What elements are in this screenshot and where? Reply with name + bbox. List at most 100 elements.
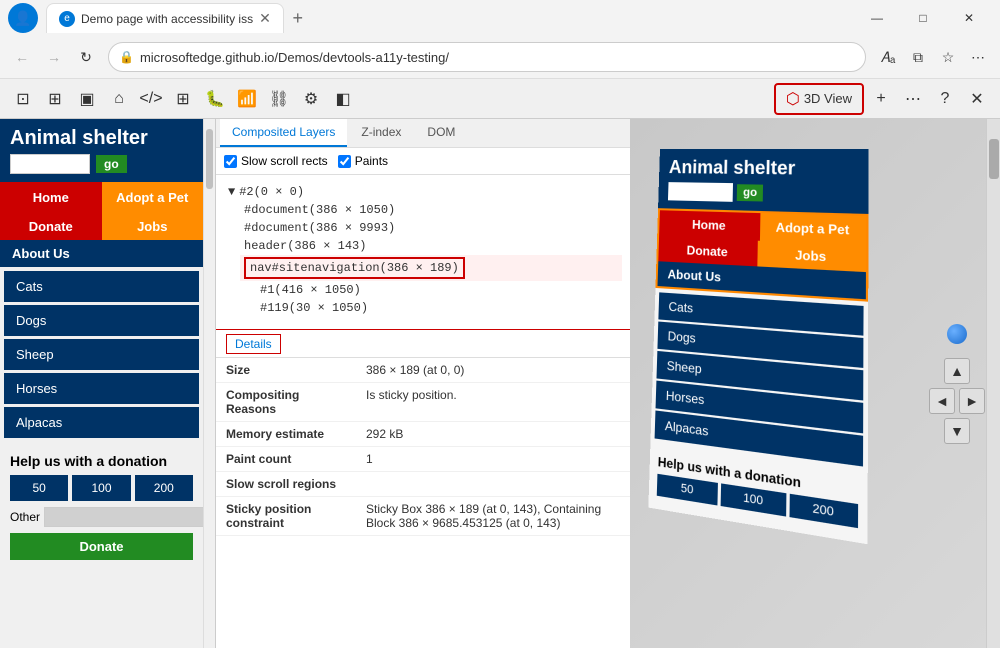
- nav-row2: Donate Jobs: [0, 213, 203, 240]
- donation-other-input[interactable]: [44, 507, 203, 527]
- detail-label-sticky: Sticky position constraint: [216, 497, 356, 536]
- tab-title: Demo page with accessibility iss: [81, 12, 253, 26]
- detail-row-paint: Paint count 1: [216, 447, 630, 472]
- threed-scrollbar-thumb[interactable]: [989, 139, 999, 179]
- donate-nav-btn[interactable]: Donate: [0, 213, 102, 240]
- dt-help-btn[interactable]: ?: [930, 84, 960, 114]
- add-panel-btn[interactable]: +: [866, 84, 896, 114]
- favorites-btn[interactable]: ☆: [934, 43, 962, 71]
- tab-z-index[interactable]: Z-index: [349, 119, 413, 147]
- detail-row-sticky: Sticky position constraint Sticky Box 38…: [216, 497, 630, 536]
- screenshot-tool[interactable]: ⊡: [8, 84, 38, 114]
- tree-item-2[interactable]: header(386 × 143): [240, 237, 622, 255]
- screenshot3-tool[interactable]: ▣: [72, 84, 102, 114]
- wifi-tool[interactable]: 📶: [232, 84, 262, 114]
- donation-100[interactable]: 100: [72, 475, 130, 501]
- scrollbar-thumb[interactable]: [206, 129, 213, 189]
- dt-close-btn[interactable]: ✕: [962, 84, 992, 114]
- minimize-btn[interactable]: —: [854, 0, 900, 36]
- detail-label-paint: Paint count: [216, 447, 356, 472]
- tab-composited-layers[interactable]: Composited Layers: [220, 119, 347, 147]
- settings-tool[interactable]: ⚙: [296, 84, 326, 114]
- threed-left-btn[interactable]: ◄: [929, 388, 955, 414]
- refresh-btn[interactable]: ↻: [72, 43, 100, 71]
- bug-tool[interactable]: 🐛: [200, 84, 230, 114]
- url-text: microsoftedge.github.io/Demos/devtools-a…: [140, 50, 855, 65]
- list-item-cats[interactable]: Cats: [4, 271, 199, 302]
- tree-item-highlighted[interactable]: nav#sitenavigation(386 × 189): [240, 255, 622, 281]
- read-mode-btn[interactable]: 𝐴ₐ: [874, 43, 902, 71]
- forward-btn[interactable]: →: [40, 43, 68, 71]
- code-tool[interactable]: </>: [136, 84, 166, 114]
- search-btn[interactable]: go: [96, 155, 127, 173]
- site-search: go: [10, 154, 193, 174]
- threed-search-btn: go: [737, 184, 764, 201]
- profile-avatar[interactable]: 👤: [8, 3, 38, 33]
- donate-submit-btn[interactable]: Donate: [10, 533, 193, 560]
- threed-down-btn[interactable]: ▼: [944, 418, 970, 444]
- detail-label-memory: Memory estimate: [216, 422, 356, 447]
- website-content: Animal shelter go Home Adopt a Pet Donat…: [0, 119, 203, 648]
- slow-scroll-checkbox[interactable]: [224, 155, 237, 168]
- search-input[interactable]: [10, 154, 90, 174]
- close-tab-btn[interactable]: ✕: [259, 10, 271, 27]
- donation-200[interactable]: 200: [135, 475, 193, 501]
- details-tab[interactable]: Details: [226, 334, 281, 354]
- tree-item-2-label: header(386 × 143): [244, 239, 366, 253]
- tree-toggle-root: ▼: [228, 185, 235, 199]
- devtools-panel: Composited Layers Z-index DOM Slow scrol…: [216, 119, 630, 648]
- home-nav-btn[interactable]: Home: [0, 182, 102, 213]
- tab-dom[interactable]: DOM: [415, 119, 467, 147]
- browser-more-btn[interactable]: ⋯: [964, 43, 992, 71]
- about-nav-btn[interactable]: About Us: [0, 240, 203, 267]
- tree-item-1[interactable]: #document(386 × 9993): [240, 219, 622, 237]
- donation-50[interactable]: 50: [10, 475, 68, 501]
- split-btn[interactable]: ⧉: [904, 43, 932, 71]
- back-btn[interactable]: ←: [8, 43, 36, 71]
- threed-search-box: [668, 182, 733, 202]
- nav-row1: Home Adopt a Pet: [0, 182, 203, 213]
- active-tab[interactable]: e Demo page with accessibility iss ✕: [46, 3, 284, 33]
- threed-donate-btn: Donate: [658, 237, 758, 267]
- threed-animals: Cats Dogs Sheep Horses Alpacas: [650, 288, 868, 474]
- tree-item-0[interactable]: #document(386 × 1050): [240, 201, 622, 219]
- threed-nav: Home Adopt a Pet Donate Jobs About Us: [655, 208, 868, 302]
- address-bar[interactable]: 🔒 microsoftedge.github.io/Demos/devtools…: [108, 42, 866, 72]
- threed-right-btn[interactable]: ►: [959, 388, 985, 414]
- site-nav: Home Adopt a Pet Donate Jobs About Us: [0, 182, 203, 267]
- threed-header: Animal shelter go: [658, 149, 869, 214]
- website-scrollbar[interactable]: [203, 119, 215, 648]
- threed-up-btn[interactable]: ▲: [944, 358, 970, 384]
- close-window-btn[interactable]: ✕: [946, 0, 992, 36]
- threed-controls: ▲ ◄ ► ▼: [929, 324, 985, 444]
- adopt-nav-btn[interactable]: Adopt a Pet: [102, 182, 204, 213]
- jobs-nav-btn[interactable]: Jobs: [102, 213, 204, 240]
- home-tool[interactable]: ⌂: [104, 84, 134, 114]
- detail-value-paint: 1: [356, 447, 630, 472]
- new-tab-btn[interactable]: +: [284, 4, 312, 32]
- layer-tree: ▼ #2(0 × 0) #document(386 × 1050) #docum…: [216, 175, 630, 325]
- layers-tool[interactable]: ◧: [328, 84, 358, 114]
- list-item-dogs[interactable]: Dogs: [4, 305, 199, 336]
- detail-value-slow-scroll: [356, 472, 630, 497]
- list-item-horses[interactable]: Horses: [4, 373, 199, 404]
- detail-value-size: 386 × 189 (at 0, 0): [356, 358, 630, 383]
- detail-row-compositing: Compositing Reasons Is sticky position.: [216, 383, 630, 422]
- threed-scrollbar[interactable]: [986, 119, 1000, 648]
- paints-checkbox[interactable]: [338, 155, 351, 168]
- grid-tool[interactable]: ⊞: [168, 84, 198, 114]
- donation-other-row: Other: [10, 507, 193, 527]
- tree-item-4[interactable]: #119(30 × 1050): [256, 299, 622, 317]
- link-tool[interactable]: ⛓: [264, 84, 294, 114]
- list-item-alpacas[interactable]: Alpacas: [4, 407, 199, 438]
- list-item-sheep[interactable]: Sheep: [4, 339, 199, 370]
- tree-item-3[interactable]: #1(416 × 1050): [256, 281, 622, 299]
- dt-more-btn[interactable]: ⋯: [898, 84, 928, 114]
- detail-value-compositing: Is sticky position.: [356, 383, 630, 422]
- paints-option[interactable]: Paints: [338, 154, 388, 168]
- tree-root[interactable]: ▼ #2(0 × 0): [224, 183, 622, 201]
- screenshot2-tool[interactable]: ⊞: [40, 84, 70, 114]
- three-d-view-btn[interactable]: ⬡ 3D View: [774, 83, 864, 115]
- slow-scroll-option[interactable]: Slow scroll rects: [224, 154, 328, 168]
- maximize-btn[interactable]: □: [900, 0, 946, 36]
